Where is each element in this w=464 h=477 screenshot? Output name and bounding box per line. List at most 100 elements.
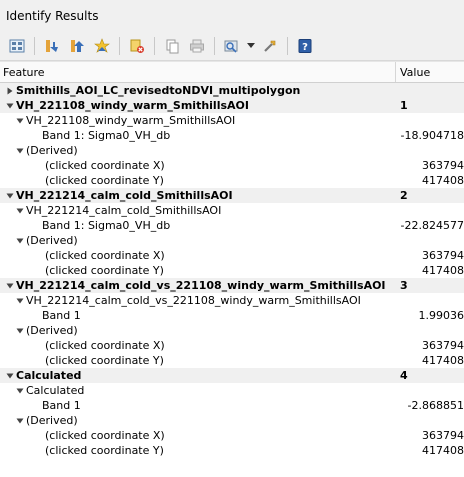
value-cell: 417408 — [422, 264, 464, 277]
feature-label: VH_221214_calm_cold_SmithillsAOI — [26, 204, 222, 217]
expanded-arrow-icon[interactable] — [4, 368, 16, 383]
tree-row[interactable]: Band 1: Sigma0_VH_db -18.904718 — [0, 128, 464, 143]
tree-row[interactable]: Band 1: Sigma0_VH_db -22.824577 — [0, 218, 464, 233]
tree-row[interactable]: VH_221214_calm_cold_vs_221108_windy_warm… — [0, 293, 464, 308]
feature-label: Band 1 — [42, 399, 81, 412]
value-column-header[interactable]: Value — [396, 62, 464, 82]
feature-column-header[interactable]: Feature — [0, 62, 396, 82]
tree-row[interactable]: Calculated — [0, 383, 464, 398]
feature-cell: VH_221214_calm_cold_vs_221108_windy_warm… — [0, 278, 396, 293]
tree-row[interactable]: (Derived) — [0, 233, 464, 248]
value-cell: 363794 — [422, 429, 464, 442]
layer-row[interactable]: VH_221214_calm_cold_SmithillsAOI 2 — [0, 188, 464, 203]
feature-cell: (clicked coordinate X) — [0, 339, 418, 352]
tree-row[interactable]: (Derived) — [0, 143, 464, 158]
tree-row[interactable]: Band 1 1.99036 — [0, 308, 464, 323]
feature-cell: VH_221108_windy_warm_SmithillsAOI — [0, 113, 406, 128]
value-cell: -2.868851 — [407, 399, 464, 412]
value-cell: 417408 — [422, 174, 464, 187]
feature-cell: VH_221214_calm_cold_vs_221108_windy_warm… — [0, 293, 406, 308]
feature-label: Calculated — [26, 384, 85, 397]
results-table-header: Feature Value — [0, 61, 464, 83]
expanded-arrow-icon[interactable] — [14, 143, 26, 158]
feature-label: (Derived) — [26, 414, 78, 427]
expand-tree-icon[interactable] — [41, 35, 63, 57]
tree-row[interactable]: (Derived) — [0, 413, 464, 428]
expand-new-results-icon[interactable] — [91, 35, 113, 57]
layer-row[interactable]: VH_221108_windy_warm_SmithillsAOI 1 — [0, 98, 464, 113]
chevron-down-icon[interactable] — [246, 35, 256, 57]
feature-label: (clicked coordinate X) — [45, 429, 165, 442]
expanded-arrow-icon[interactable] — [4, 98, 16, 113]
expanded-arrow-icon[interactable] — [14, 113, 26, 128]
tree-row[interactable]: Band 1 -2.868851 — [0, 398, 464, 413]
feature-label: (clicked coordinate Y) — [45, 264, 164, 277]
layer-row[interactable]: VH_221214_calm_cold_vs_221108_windy_warm… — [0, 278, 464, 293]
svg-text:?: ? — [302, 42, 308, 53]
value-cell: -22.824577 — [400, 219, 464, 232]
feature-label: VH_221108_windy_warm_SmithillsAOI — [26, 114, 236, 127]
feature-label: Band 1 — [42, 309, 81, 322]
print-icon[interactable] — [186, 35, 208, 57]
feature-cell: Band 1: Sigma0_VH_db — [0, 218, 397, 233]
tree-row[interactable]: (clicked coordinate X) 363794 — [0, 248, 464, 263]
expanded-arrow-icon[interactable] — [4, 188, 16, 203]
help-icon[interactable]: ? — [294, 35, 316, 57]
feature-label: (Derived) — [26, 234, 78, 247]
collapse-tree-icon[interactable] — [66, 35, 88, 57]
feature-cell: Band 1: Sigma0_VH_db — [0, 128, 397, 143]
tree-row[interactable]: (clicked coordinate X) 363794 — [0, 428, 464, 443]
feature-label: (clicked coordinate Y) — [45, 354, 164, 367]
collapsed-arrow-icon[interactable] — [4, 83, 16, 98]
feature-label: VH_221214_calm_cold_vs_221108_windy_warm… — [26, 294, 361, 307]
feature-cell: (clicked coordinate X) — [0, 159, 418, 172]
layer-row[interactable]: Smithills_AOI_LC_revisedtoNDVI_multipoly… — [0, 83, 464, 98]
tree-row[interactable]: (clicked coordinate Y) 417408 — [0, 353, 464, 368]
feature-cell: VH_221214_calm_cold_SmithillsAOI — [0, 203, 406, 218]
feature-label: (clicked coordinate X) — [45, 249, 165, 262]
feature-cell: (clicked coordinate Y) — [0, 264, 418, 277]
toolbar-separator — [287, 37, 288, 55]
expanded-arrow-icon[interactable] — [14, 413, 26, 428]
feature-cell: VH_221214_calm_cold_SmithillsAOI — [0, 188, 396, 203]
tree-row[interactable]: (clicked coordinate X) 363794 — [0, 158, 464, 173]
clear-results-icon[interactable] — [126, 35, 148, 57]
tree-row[interactable]: (clicked coordinate Y) 417408 — [0, 173, 464, 188]
tree-row[interactable]: (Derived) — [0, 323, 464, 338]
expanded-arrow-icon[interactable] — [4, 278, 16, 293]
feature-label: Band 1: Sigma0_VH_db — [42, 129, 171, 142]
value-cell: 2 — [400, 189, 408, 202]
value-cell: 417408 — [422, 354, 464, 367]
feature-label: (Derived) — [26, 324, 78, 337]
copy-feature-icon[interactable] — [161, 35, 183, 57]
layer-row[interactable]: Calculated 4 — [0, 368, 464, 383]
expanded-arrow-icon[interactable] — [14, 233, 26, 248]
tree-row[interactable]: (clicked coordinate Y) 417408 — [0, 263, 464, 278]
expanded-arrow-icon[interactable] — [14, 293, 26, 308]
feature-label: Band 1: Sigma0_VH_db — [42, 219, 171, 232]
feature-cell: VH_221108_windy_warm_SmithillsAOI — [0, 98, 396, 113]
feature-cell: Calculated — [0, 383, 406, 398]
feature-cell: (Derived) — [0, 233, 406, 248]
expanded-arrow-icon[interactable] — [14, 203, 26, 218]
toolbar: ? — [0, 32, 464, 61]
identify-selection-icon[interactable] — [221, 35, 243, 57]
feature-label: Smithills_AOI_LC_revisedtoNDVI_multipoly… — [16, 84, 301, 97]
feature-cell: (clicked coordinate Y) — [0, 354, 418, 367]
settings-icon[interactable] — [259, 35, 281, 57]
tree-row[interactable]: (clicked coordinate Y) 417408 — [0, 443, 464, 458]
feature-cell: (clicked coordinate Y) — [0, 444, 418, 457]
view-icon[interactable] — [6, 35, 28, 57]
feature-cell: (Derived) — [0, 323, 406, 338]
expanded-arrow-icon[interactable] — [14, 383, 26, 398]
expanded-arrow-icon[interactable] — [14, 323, 26, 338]
value-cell: 417408 — [422, 444, 464, 457]
tree-row[interactable]: (clicked coordinate X) 363794 — [0, 338, 464, 353]
toolbar-separator — [34, 37, 35, 55]
tree-row[interactable]: VH_221108_windy_warm_SmithillsAOI — [0, 113, 464, 128]
feature-label: (clicked coordinate Y) — [45, 174, 164, 187]
tree-row[interactable]: VH_221214_calm_cold_SmithillsAOI — [0, 203, 464, 218]
